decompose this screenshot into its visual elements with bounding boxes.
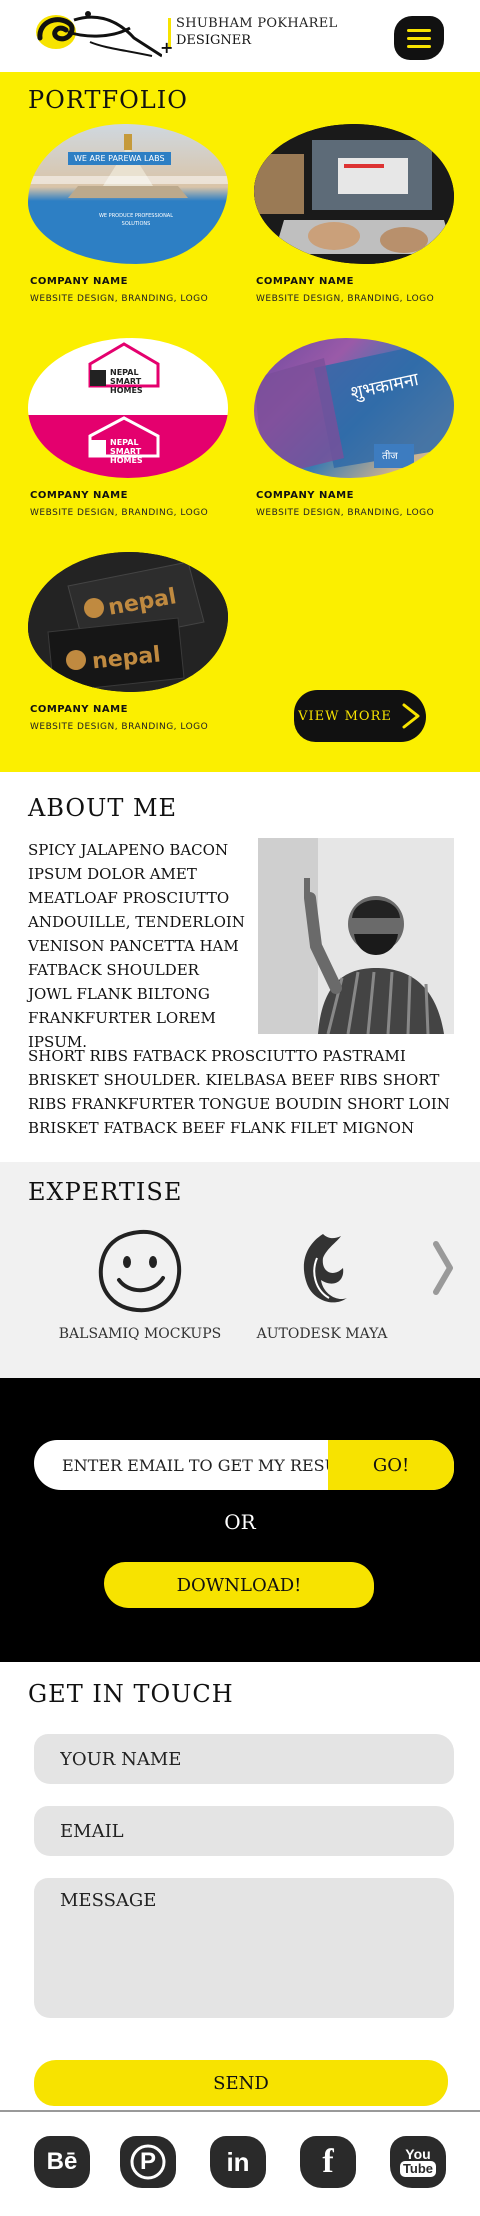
card-services: WEBSITE DESIGN, BRANDING, LOGO [30,508,209,518]
youtube-label-bottom: Tube [399,2161,437,2177]
resume-email-input[interactable] [34,1440,328,1490]
hamburger-line [407,36,431,40]
portfolio-grid: WE ARE PAREWA LABS WE PRODUCE PROFESSION… [28,124,454,766]
expertise-section: EXPERTISE BALSAMIQ MOCKUPS AUTODESK MAYA [0,1162,480,1378]
thumb-banner: WE ARE PAREWA LABS [68,152,171,165]
portfolio-card[interactable]: nepal nepal COMPANY NAME WEBSITE DESIGN,… [28,552,254,766]
card-company-name: COMPANY NAME [256,490,354,501]
portfolio-section: PORTFOLIO WE ARE PAREWA LABS WE PRODUCE … [0,72,480,772]
hamburger-line [407,44,431,48]
card-company-name: COMPANY NAME [256,276,354,287]
business-card-icon [28,552,228,692]
or-divider: OR [224,1510,256,1534]
portfolio-thumbnail[interactable]: WE ARE PAREWA LABS WE PRODUCE PROFESSION… [28,124,228,264]
logo-icon[interactable] [34,8,162,64]
portfolio-thumbnail[interactable] [254,124,454,264]
thumb-logo-text: NEPAL SMART HOMES [110,368,143,395]
download-button[interactable]: DOWNLOAD! [104,1562,374,1608]
thumb-caption: WE PRODUCE PROFESSIONAL SOLUTIONS [98,213,174,227]
go-button[interactable]: GO! [328,1440,454,1490]
chevron-right-icon[interactable] [432,1240,454,1296]
about-title: ABOUT ME [28,794,178,822]
portfolio-thumbnail[interactable]: nepal nepal [28,552,228,692]
card-services: WEBSITE DESIGN, BRANDING, LOGO [30,294,209,304]
card-services: WEBSITE DESIGN, BRANDING, LOGO [256,508,435,518]
skill-item[interactable]: BALSAMIQ MOCKUPS [50,1228,230,1342]
portfolio-thumbnail[interactable]: NEPAL SMART HOMES NEPAL SMART HOMES [28,338,228,478]
pinterest-icon[interactable]: P [120,2136,176,2188]
portfolio-card[interactable]: COMPANY NAME WEBSITE DESIGN, BRANDING, L… [254,124,454,338]
menu-button[interactable] [394,16,444,60]
footer-divider [0,2110,480,2112]
portfolio-card[interactable]: NEPAL SMART HOMES NEPAL SMART HOMES COMP… [28,338,254,552]
view-more-button[interactable]: VIEW MORE [294,690,426,742]
profile-photo [258,838,454,1034]
expertise-title: EXPERTISE [28,1178,183,1206]
facebook-icon[interactable]: f [300,2136,356,2188]
about-paragraph: SPICY JALAPENO BACON IPSUM DOLOR AMET ME… [28,841,245,1051]
behance-label: Bē [46,2148,78,2175]
brand: SHUBHAM POKHAREL DESIGNER [176,16,337,48]
header: + SHUBHAM POKHAREL DESIGNER [0,0,480,72]
card-services: WEBSITE DESIGN, BRANDING, LOGO [256,294,435,304]
resume-email-form: GO! [34,1440,454,1490]
card-company-name: COMPANY NAME [30,276,128,287]
resume-section: GO! OR DOWNLOAD! [0,1378,480,1662]
message-field[interactable] [34,1878,454,2018]
chevron-right-icon [402,703,420,729]
hamburger-line [407,28,431,32]
email-field[interactable] [34,1806,454,1856]
skill-label: BALSAMIQ MOCKUPS [58,1326,222,1342]
smiley-icon [98,1229,182,1313]
skill-label: AUTODESK MAYA [256,1326,388,1342]
brand-role: DESIGNER [176,33,251,48]
thumb-devanagari-text: तीज [382,451,398,462]
greeting-card-icon [254,338,454,478]
brand-name: SHUBHAM POKHAREL [176,16,338,31]
name-field[interactable] [34,1734,454,1784]
about-section: ABOUT ME SPICY JALAPENO BACON IPSUM DOLO… [0,772,480,1162]
contact-section: GET IN TOUCH SEND [0,1662,480,2124]
portfolio-thumbnail[interactable]: शुभकामना तीज [254,338,454,478]
laptop-illustration-icon [254,124,454,264]
youtube-label-top: You [405,2146,431,2162]
linkedin-icon[interactable]: in [210,2136,266,2188]
person-photo-icon [258,838,454,1034]
about-paragraph-2: SHORT RIBS FATBACK PROSCIUTTO PASTRAMI B… [28,1047,450,1137]
stupa-illustration-icon [28,134,228,198]
card-company-name: COMPANY NAME [30,704,128,715]
brand-plus: + [160,38,174,57]
skill-item[interactable]: AUTODESK MAYA [232,1228,412,1342]
facebook-label: f [322,2143,334,2180]
portfolio-card[interactable]: WE ARE PAREWA LABS WE PRODUCE PROFESSION… [28,124,254,338]
contact-title: GET IN TOUCH [28,1680,234,1708]
youtube-icon[interactable]: You Tube [390,2136,446,2188]
pinterest-label: P [139,2148,156,2175]
card-company-name: COMPANY NAME [30,490,128,501]
linkedin-label: in [226,2146,250,2177]
maya-icon [303,1234,347,1303]
send-button[interactable]: SEND [34,2060,448,2106]
card-services: WEBSITE DESIGN, BRANDING, LOGO [30,722,209,732]
behance-icon[interactable]: Bē [34,2136,90,2188]
view-more-label: VIEW MORE [298,708,392,724]
portfolio-card[interactable]: शुभकामना तीज COMPANY NAME WEBSITE DESIGN… [254,338,454,552]
portfolio-title: PORTFOLIO [28,86,188,114]
thumb-logo-text: NEPAL SMART HOMES [110,438,143,465]
